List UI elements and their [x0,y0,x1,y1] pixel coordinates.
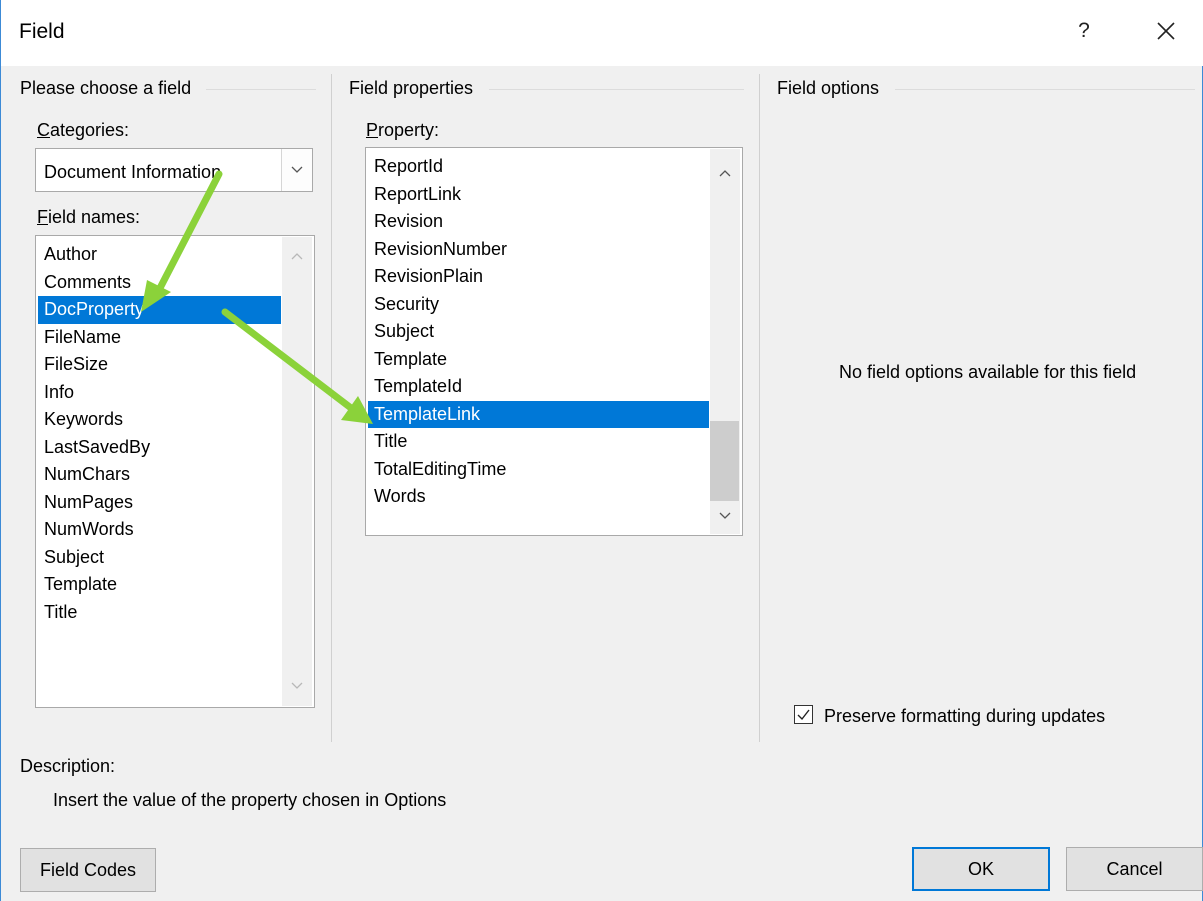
list-item[interactable]: Template [38,571,281,599]
preserve-formatting-checkbox[interactable] [794,705,813,724]
list-item[interactable]: Author [38,241,281,269]
help-button[interactable]: ? [1067,14,1101,48]
title-bar: Field ? [1,0,1203,66]
list-item[interactable]: Info [38,379,281,407]
list-item[interactable]: Words [368,483,709,511]
categories-dropdown-button[interactable] [281,149,312,191]
field-properties-group-label: Field properties [349,78,474,98]
scroll-down-button[interactable] [283,675,311,697]
list-item-selected[interactable]: TemplateLink [368,400,709,428]
list-item[interactable]: NumPages [38,489,281,517]
list-item[interactable]: Revision [368,208,709,236]
choose-field-group-label: Please choose a field [20,78,192,98]
property-label: Property: [366,120,440,140]
list-item[interactable]: RevisionNumber [368,236,709,264]
field-names-label: Field names: [37,207,141,227]
chevron-down-icon [291,166,303,173]
group-divider [206,89,316,90]
cancel-button[interactable]: Cancel [1066,847,1203,891]
field-options-group-label: Field options [777,78,880,98]
ok-button[interactable]: OK [912,847,1050,891]
list-item[interactable]: Title [368,428,709,456]
list-item[interactable]: Template [368,346,709,374]
list-item[interactable]: FileSize [38,351,281,379]
field-codes-button[interactable]: Field Codes [20,848,156,892]
field-names-scrollbar[interactable] [282,237,312,706]
chevron-down-icon [291,682,303,689]
close-icon [1157,22,1175,40]
scroll-up-button[interactable] [711,162,739,184]
list-item[interactable]: FileName [38,324,281,352]
list-item[interactable]: RevisionPlain [368,263,709,291]
scroll-down-button[interactable] [711,505,739,527]
list-item-selected[interactable]: DocProperty [38,296,281,324]
list-item[interactable]: Subject [368,318,709,346]
scroll-up-button[interactable] [283,245,311,267]
chevron-up-icon [719,170,731,177]
list-item[interactable]: TemplateId [368,373,709,401]
list-item[interactable]: ReportLink [368,181,709,209]
checkmark-icon [797,709,810,721]
no-options-message: No field options available for this fiel… [839,362,1137,382]
chevron-up-icon [291,253,303,260]
description-label: Description: [20,756,116,776]
column-divider [759,74,760,742]
property-scrollbar[interactable] [710,149,740,534]
field-names-list[interactable]: Author Comments DocProperty FileName Fil… [35,235,315,708]
dialog-title: Field [19,20,65,43]
list-item[interactable]: ReportId [368,153,709,181]
categories-dropdown[interactable]: Document Information [35,148,313,192]
column-divider [331,74,332,742]
list-item[interactable]: Comments [38,269,281,297]
list-item[interactable]: NumChars [38,461,281,489]
group-divider [489,89,744,90]
scroll-thumb[interactable] [710,421,739,501]
field-names-items: Author Comments DocProperty FileName Fil… [38,241,281,626]
list-item[interactable]: Security [368,291,709,319]
list-item[interactable]: NumWords [38,516,281,544]
categories-value: Document Information [44,162,222,182]
group-divider [895,89,1195,90]
close-button[interactable] [1146,14,1186,48]
list-item[interactable]: TotalEditingTime [368,456,709,484]
list-item[interactable]: Keywords [38,406,281,434]
chevron-down-icon [719,512,731,519]
description-text: Insert the value of the property chosen … [53,790,447,810]
categories-label: Categories: [37,120,130,140]
property-items: ReportId ReportLink Revision RevisionNum… [368,153,709,511]
preserve-formatting-label[interactable]: Preserve formatting during updates [824,706,1105,727]
list-item[interactable]: Subject [38,544,281,572]
property-list[interactable]: ReportId ReportLink Revision RevisionNum… [365,147,743,536]
list-item[interactable]: LastSavedBy [38,434,281,462]
list-item[interactable]: Title [38,599,281,627]
field-dialog: Field ? Please choose a field Categories… [0,0,1203,901]
